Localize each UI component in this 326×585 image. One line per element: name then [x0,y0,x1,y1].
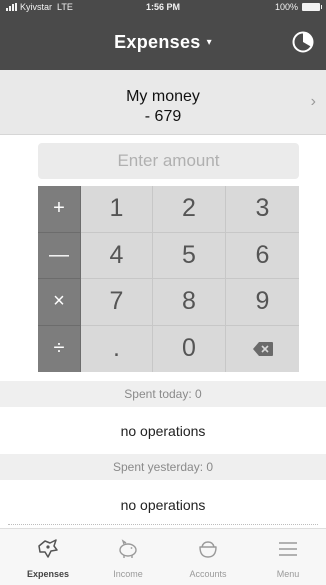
key-5[interactable]: 5 [153,232,226,279]
tab-expenses[interactable]: Expenses [8,529,88,585]
battery-info: 100% [274,2,322,12]
key-6[interactable]: 6 [226,232,299,279]
tab-menu[interactable]: Menu [248,529,326,585]
tab-accounts[interactable]: Accounts [168,529,248,585]
plus-key[interactable]: + [38,186,81,233]
decimal-key[interactable]: . [81,325,153,372]
status-bar: Kyivstar LTE 1:56 PM 100% [0,0,326,14]
today-empty-state: no operations [120,423,206,439]
category-switcher[interactable]: Expenses ▾ [0,32,326,53]
key-8[interactable]: 8 [153,279,226,326]
key-1[interactable]: 1 [81,186,153,233]
multiply-key[interactable]: × [38,279,81,326]
chevron-down-icon: ▾ [206,37,212,48]
key-7[interactable]: 7 [81,279,153,326]
key-4[interactable]: 4 [81,232,153,279]
minus-key[interactable]: — [38,232,81,279]
backspace-icon [252,341,273,356]
account-name: My money [126,88,200,105]
tab-label: Expenses [26,569,70,579]
tab-bar: Expenses Income Accounts Menu [0,528,326,585]
battery-percent: 100% [274,2,298,12]
amount-placeholder: Enter amount [117,151,220,170]
yesterday-empty-state: no operations [120,497,206,513]
account-balance: - 679 [144,108,182,125]
tab-label: Accounts [189,569,227,579]
tab-label: Income [113,569,143,579]
key-9[interactable]: 9 [226,279,299,326]
piggy-bank-icon [119,539,137,558]
key-0[interactable]: 0 [153,325,226,372]
wallet-icon [199,541,217,558]
keypad: + 1 2 3 — 4 5 6 × 7 8 9 ÷ . 0 [38,186,299,372]
nav-bar: Expenses ▾ [0,14,326,70]
menu-icon [279,542,297,556]
amount-input[interactable]: Enter amount [38,143,299,179]
tab-label: Menu [276,569,300,579]
battery-icon [302,3,322,11]
chevron-right-icon: › [310,93,316,110]
today-summary-header: Spent today: 0 [0,381,326,407]
yesterday-summary-header: Spent yesterday: 0 [0,454,326,480]
account-selector[interactable]: My money - 679 › [0,70,326,135]
expenses-icon [38,539,58,558]
tab-income[interactable]: Income [88,529,168,585]
key-3[interactable]: 3 [226,186,299,233]
pie-chart-icon[interactable] [292,31,314,53]
divider [8,524,318,525]
page-title: Expenses [114,32,201,52]
key-2[interactable]: 2 [153,186,226,233]
backspace-key[interactable] [226,325,299,372]
divide-key[interactable]: ÷ [38,325,81,372]
